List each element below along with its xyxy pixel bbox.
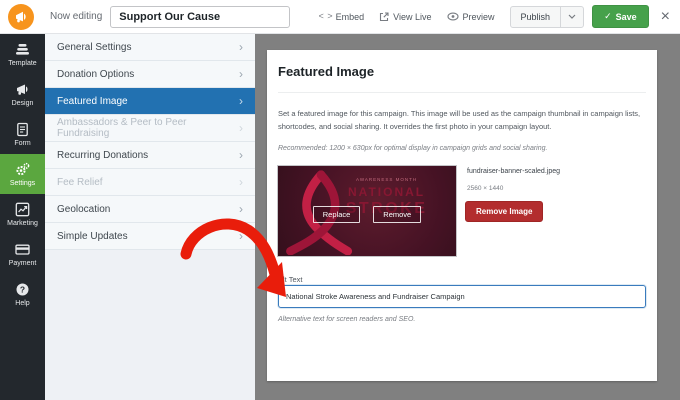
chevron-right-icon: › (239, 95, 243, 107)
embed-button[interactable]: < > Embed (318, 12, 364, 22)
nav-item-form[interactable]: Form (0, 114, 45, 154)
menu-item-general-settings[interactable]: General Settings › (45, 34, 255, 61)
featured-image-panel: Featured Image Set a featured image for … (267, 50, 657, 381)
remove-image-button[interactable]: Remove Image (465, 201, 543, 222)
chevron-down-icon (568, 14, 576, 19)
nav-item-settings[interactable]: Settings (0, 154, 45, 194)
nav-item-label: Settings (10, 180, 35, 187)
template-icon (15, 42, 30, 57)
settings-icon (15, 162, 30, 177)
topbar: Now editing < > Embed View Live Preview … (0, 0, 680, 34)
help-icon: ? (15, 282, 30, 297)
menu-item-label: Recurring Donations (57, 150, 148, 161)
publish-caret[interactable] (560, 7, 583, 27)
recommended-size-note: Recommended: 1200 × 630px for optimal di… (278, 145, 547, 152)
nav-item-design[interactable]: Design (0, 74, 45, 114)
svg-text:?: ? (20, 284, 25, 294)
topbar-actions: < > Embed View Live Preview Publish (318, 5, 670, 28)
chevron-right-icon: › (239, 176, 243, 188)
eye-icon (447, 12, 459, 21)
image-dimensions: 2560 × 1440 (467, 185, 503, 192)
nav-item-label: Payment (9, 260, 37, 267)
embed-label: Embed (336, 12, 365, 22)
menu-item-simple-updates[interactable]: Simple Updates › (45, 223, 255, 250)
embed-code-icon: < > (318, 12, 331, 22)
form-icon (15, 122, 30, 137)
check-icon: ✓ (604, 11, 612, 22)
image-filename: fundraiser-banner-scaled.jpeg (467, 168, 560, 175)
nav-item-template[interactable]: Template (0, 34, 45, 74)
builder-canvas: Featured Image Set a featured image for … (255, 34, 680, 400)
panel-description: Set a featured image for this campaign. … (278, 108, 646, 134)
builder-nav-sidebar: Template Design Form Settings (0, 34, 45, 400)
external-link-icon (379, 12, 389, 22)
menu-item-label: Fee Relief (57, 177, 103, 188)
chevron-right-icon: › (239, 149, 243, 161)
payment-icon (15, 242, 30, 257)
nav-item-label: Form (14, 140, 30, 147)
view-live-button[interactable]: View Live (379, 12, 431, 22)
menu-item-label: Featured Image (57, 96, 128, 107)
nav-item-label: Marketing (7, 220, 38, 227)
menu-item-donation-options[interactable]: Donation Options › (45, 61, 255, 88)
menu-item-label: Simple Updates (57, 231, 128, 242)
chevron-right-icon: › (239, 203, 243, 215)
publish-split-button[interactable]: Publish (510, 6, 585, 28)
charitable-logo (8, 4, 34, 30)
menu-item-ambassadors[interactable]: Ambassadors & Peer to Peer Fundraising › (45, 115, 255, 142)
panel-heading: Featured Image (278, 64, 374, 79)
save-button[interactable]: ✓ Save (592, 5, 649, 28)
banner-tagline: AWARENESS MONTH (317, 177, 457, 182)
preview-label: Preview (463, 12, 495, 22)
menu-item-geolocation[interactable]: Geolocation › (45, 196, 255, 223)
alt-text-help: Alternative text for screen readers and … (278, 316, 415, 323)
menu-item-label: General Settings (57, 42, 132, 53)
menu-item-fee-relief[interactable]: Fee Relief › (45, 169, 255, 196)
save-label: Save (616, 12, 637, 22)
nav-item-label: Help (15, 300, 29, 307)
menu-item-featured-image[interactable]: Featured Image › (45, 88, 255, 115)
campaign-title-input[interactable] (110, 6, 290, 28)
nav-item-payment[interactable]: Payment (0, 234, 45, 274)
remove-overlay-button[interactable]: Remove (373, 206, 421, 223)
menu-item-label: Geolocation (57, 204, 110, 215)
alt-text-input[interactable] (278, 285, 646, 308)
chevron-right-icon: › (239, 122, 243, 134)
view-live-label: View Live (393, 12, 431, 22)
featured-image-preview: AWARENESS MONTH NATIONAL STROKE Replace … (277, 165, 457, 257)
alt-text-label: Alt Text (278, 275, 302, 284)
publish-label: Publish (511, 7, 561, 27)
design-icon (15, 82, 30, 97)
menu-item-recurring-donations[interactable]: Recurring Donations › (45, 142, 255, 169)
nav-item-label: Design (12, 100, 34, 107)
chevron-right-icon: › (239, 41, 243, 53)
marketing-icon (15, 202, 30, 217)
close-icon[interactable]: × (661, 9, 670, 25)
nav-item-marketing[interactable]: Marketing (0, 194, 45, 234)
nav-item-label: Template (8, 60, 36, 67)
image-hover-actions: Replace Remove (278, 206, 456, 223)
menu-item-label: Ambassadors & Peer to Peer Fundraising (57, 117, 239, 139)
preview-button[interactable]: Preview (447, 12, 495, 22)
now-editing-label: Now editing (50, 11, 102, 22)
megaphone-logo-icon (14, 10, 28, 24)
banner-title-line1: NATIONAL (317, 185, 457, 199)
divider (278, 92, 646, 93)
replace-image-button[interactable]: Replace (313, 206, 361, 223)
nav-item-help[interactable]: ? Help (0, 274, 45, 314)
settings-submenu: General Settings › Donation Options › Fe… (45, 34, 255, 400)
menu-item-label: Donation Options (57, 69, 134, 80)
chevron-right-icon: › (239, 68, 243, 80)
chevron-right-icon: › (239, 230, 243, 242)
